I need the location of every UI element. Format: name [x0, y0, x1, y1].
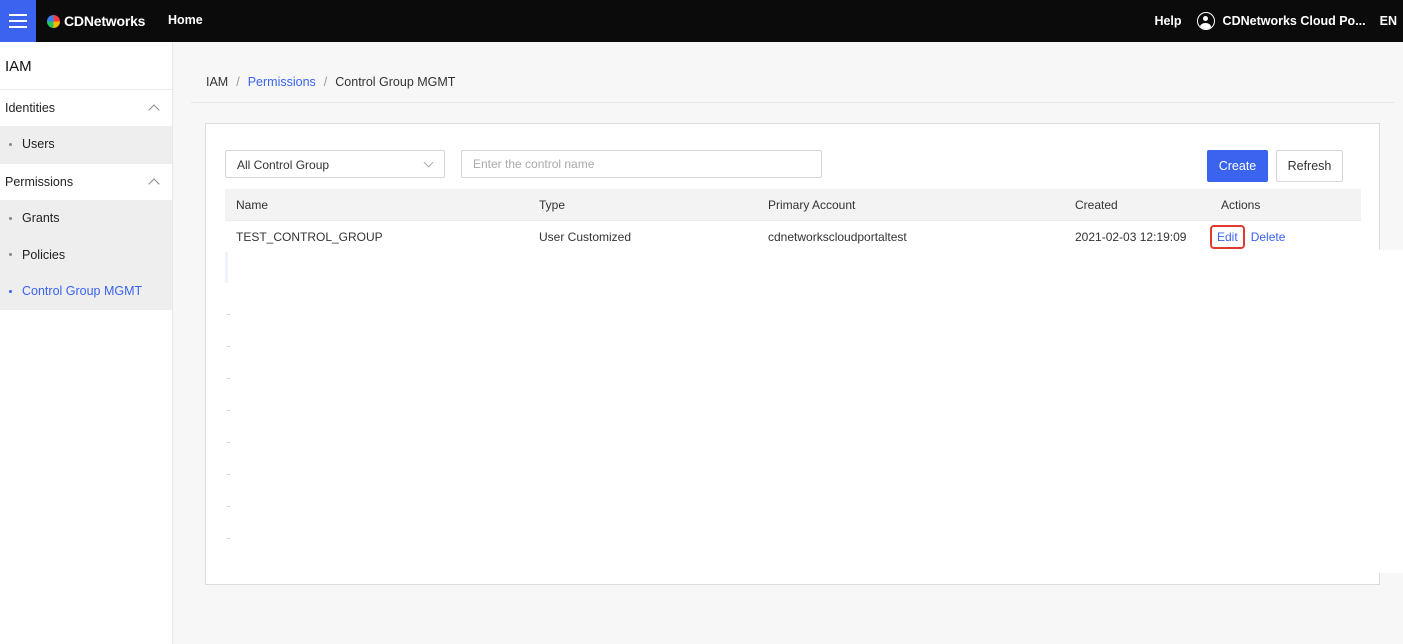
chevron-down-icon: [423, 157, 434, 168]
column-header-actions: Actions: [1221, 198, 1261, 212]
delete-link[interactable]: Delete: [1251, 230, 1286, 244]
row-focus-indicator: [225, 252, 228, 283]
bullet-icon: [9, 216, 12, 220]
help-link[interactable]: Help: [1154, 14, 1181, 28]
row-tick: [227, 474, 230, 475]
row-tick: [227, 410, 230, 411]
breadcrumb-current: Control Group MGMT: [335, 75, 456, 89]
column-header-name: Name: [236, 198, 269, 212]
chevron-up-icon: [148, 178, 160, 190]
edit-link[interactable]: Edit: [1210, 225, 1245, 249]
bullet-icon: [9, 289, 12, 293]
cell-type: User Customized: [539, 230, 632, 244]
row-tick: [227, 378, 230, 379]
create-button[interactable]: Create: [1207, 150, 1268, 182]
table-header: Name Type Primary Account Created Action…: [225, 189, 1361, 220]
cell-primary-account: cdnetworkscloudportaltest: [768, 230, 907, 244]
sidebar-item-label: Grants: [22, 211, 60, 226]
divider: [191, 102, 1394, 103]
sidebar-group-permissions[interactable]: Permissions: [0, 162, 172, 200]
sidebar-group-identities[interactable]: Identities: [0, 89, 172, 126]
account-name[interactable]: CDNetworks Cloud Po...: [1223, 14, 1366, 28]
overlay-region: [1360, 250, 1403, 573]
row-tick: [227, 538, 230, 539]
breadcrumb-separator: /: [323, 75, 328, 89]
sidebar-item-policies[interactable]: Policies: [0, 236, 172, 274]
cdnetworks-logo-icon: [47, 14, 60, 28]
sidebar-item-users[interactable]: Users: [0, 126, 172, 163]
sidebar-item-label: Control Group MGMT: [22, 284, 143, 299]
sidebar-item-control-group-mgmt[interactable]: Control Group MGMT: [0, 273, 172, 310]
bullet-icon: [9, 142, 12, 146]
breadcrumb-separator: /: [236, 75, 240, 89]
top-navigation-bar: CDNetworks Home Help CDNetworks Cloud Po…: [0, 0, 1403, 42]
breadcrumb: IAM / Permissions / Control Group MGMT: [206, 75, 455, 89]
sidebar-item-label: Policies: [22, 247, 66, 262]
column-header-type: Type: [539, 198, 566, 212]
sidebar-item-grants[interactable]: Grants: [0, 199, 172, 237]
column-header-created: Created: [1075, 198, 1118, 212]
cell-created: 2021-02-03 12:19:09: [1075, 230, 1187, 244]
breadcrumb-permissions-link[interactable]: Permissions: [248, 75, 316, 89]
user-avatar-icon[interactable]: [1196, 12, 1215, 30]
cell-name: TEST_CONTROL_GROUP: [236, 230, 383, 244]
language-switch[interactable]: EN: [1380, 14, 1397, 28]
hamburger-menu-icon[interactable]: [0, 0, 36, 42]
sidebar: IAM Identities Users Permissions Grants …: [0, 42, 173, 644]
column-header-primary-account: Primary Account: [768, 198, 856, 212]
breadcrumb-root[interactable]: IAM: [206, 75, 228, 89]
control-name-search-input[interactable]: [461, 150, 822, 178]
row-tick: [227, 346, 230, 347]
nav-home-link[interactable]: Home: [168, 13, 203, 27]
table-row: TEST_CONTROL_GROUP User Customized cdnet…: [225, 220, 1361, 251]
bullet-icon: [9, 253, 12, 257]
sidebar-group-label: Permissions: [5, 174, 74, 189]
brand-name: CDNetworks: [64, 13, 146, 29]
control-group-filter-select[interactable]: All Control Group: [225, 150, 445, 178]
control-group-panel: All Control Group Create Refresh Name Ty…: [205, 123, 1380, 585]
sidebar-group-label: Identities: [5, 101, 56, 115]
sidebar-title: IAM: [5, 58, 32, 75]
brand-logo[interactable]: CDNetworks: [47, 11, 145, 31]
refresh-button[interactable]: Refresh: [1276, 150, 1343, 182]
sidebar-item-label: Users: [22, 137, 55, 152]
chevron-up-icon: [148, 104, 160, 116]
select-value: All Control Group: [237, 158, 330, 172]
row-tick: [227, 442, 230, 443]
row-actions: Edit Delete: [1210, 225, 1285, 249]
row-tick: [227, 506, 230, 507]
row-tick: [227, 314, 230, 315]
